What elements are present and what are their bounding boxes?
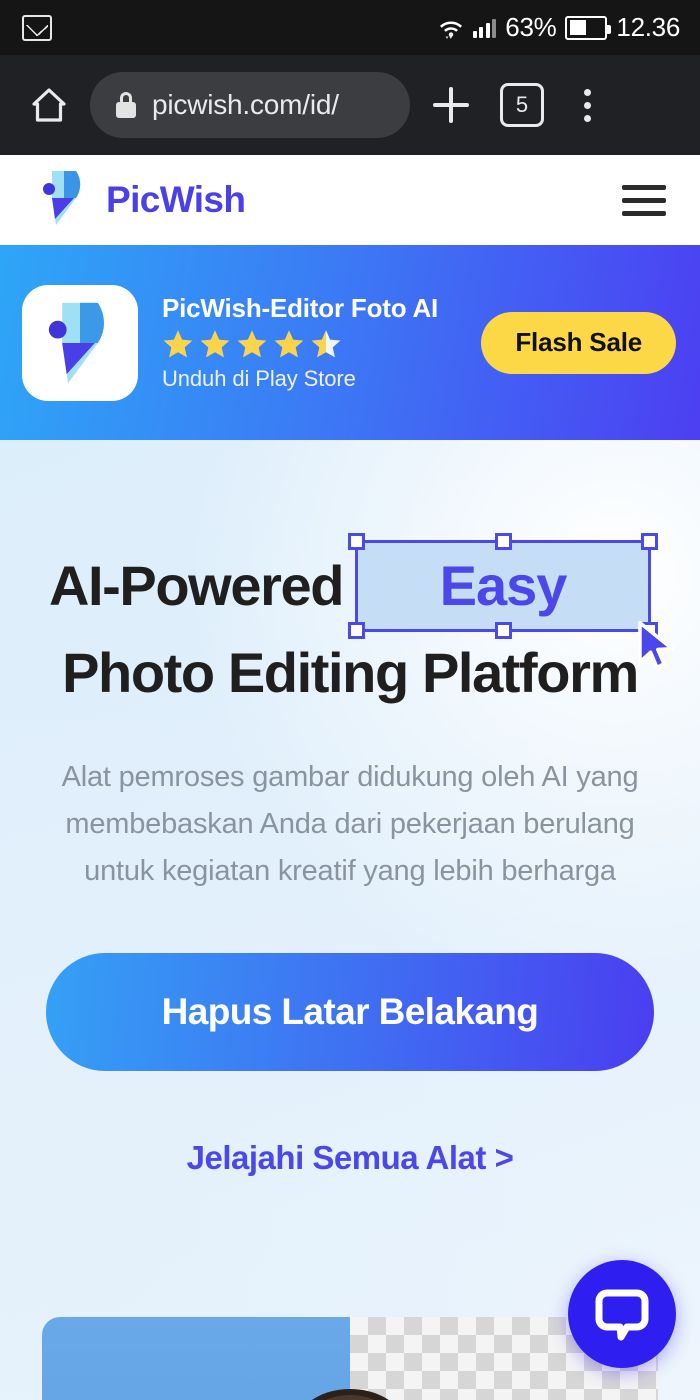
plus-icon[interactable] — [420, 74, 482, 136]
android-status-bar: 63% 12.36 — [0, 0, 700, 55]
star-icon — [237, 330, 267, 358]
image-icon — [22, 14, 52, 41]
resize-handle-top-middle[interactable] — [495, 533, 513, 550]
before-after-image — [42, 1317, 658, 1400]
app-rating-stars — [162, 329, 457, 361]
resize-handle-bottom-middle[interactable] — [495, 622, 513, 639]
picwish-logo-icon — [38, 167, 90, 234]
resize-handle-top-left[interactable] — [348, 533, 366, 550]
star-icon — [274, 330, 304, 358]
star-half-icon — [311, 330, 341, 358]
person-photo — [312, 1389, 389, 1400]
browser-toolbar: picwish.com/id/ 5 — [0, 55, 700, 155]
flash-sale-button[interactable]: Flash Sale — [481, 311, 676, 374]
hero-section: AI-Powered Easy Photo Editing Platform A… — [0, 440, 700, 1400]
hamburger-menu-icon[interactable] — [622, 184, 666, 216]
app-banner-info: PicWish-Editor Foto AI Unduh di Play Sto… — [162, 293, 457, 392]
resize-handle-top-right[interactable] — [641, 533, 659, 550]
app-title: PicWish-Editor Foto AI — [162, 293, 439, 323]
selection-box[interactable]: Easy — [348, 533, 674, 670]
heading-line-1: AI-Powered Easy — [30, 533, 674, 670]
picwish-app-icon — [22, 284, 138, 401]
heading-prefix: AI-Powered — [48, 554, 344, 617]
url-text: picwish.com/id/ — [152, 89, 339, 120]
heading-line-2: Photo Editing Platform — [62, 641, 639, 704]
tab-count-button[interactable]: 5 — [500, 83, 544, 127]
status-bar-clock: 12.36 — [616, 12, 680, 42]
highlight-word: Easy — [439, 554, 568, 617]
tab-count-label: 5 — [515, 92, 529, 117]
battery-icon — [565, 15, 612, 40]
home-icon[interactable] — [18, 74, 80, 136]
three-dot-menu-icon[interactable] — [562, 74, 612, 136]
remove-background-button[interactable]: Hapus Latar Belakang — [46, 953, 654, 1071]
resize-handle-bottom-left[interactable] — [348, 622, 366, 639]
page-title: AI-Powered Easy Photo Editing Platform — [0, 533, 700, 712]
chat-bubble-icon — [595, 1289, 649, 1341]
star-icon — [200, 330, 230, 358]
url-bar[interactable]: picwish.com/id/ — [90, 72, 410, 138]
hero-subtitle: Alat pemroses gambar didukung oleh AI ya… — [61, 761, 639, 887]
lock-icon — [116, 92, 136, 118]
brand-name: PicWish — [106, 179, 246, 220]
app-store-label: Unduh di Play Store — [162, 366, 356, 391]
status-bar-left — [22, 14, 52, 41]
star-icon — [163, 330, 193, 358]
explore-all-tools-link[interactable]: Jelajahi Semua Alat > — [0, 1139, 700, 1177]
signal-bars-icon — [472, 18, 497, 38]
app-promo-banner: PicWish-Editor Foto AI Unduh di Play Sto… — [0, 245, 700, 440]
brand-logo[interactable]: PicWish — [38, 167, 246, 234]
battery-percent-label: 63% — [505, 12, 557, 42]
chat-widget-button[interactable] — [568, 1260, 676, 1368]
site-header: PicWish — [0, 155, 700, 245]
wifi-icon — [438, 17, 464, 39]
status-bar-right: 63% 12.36 — [438, 12, 680, 43]
mouse-pointer-icon — [638, 621, 674, 670]
